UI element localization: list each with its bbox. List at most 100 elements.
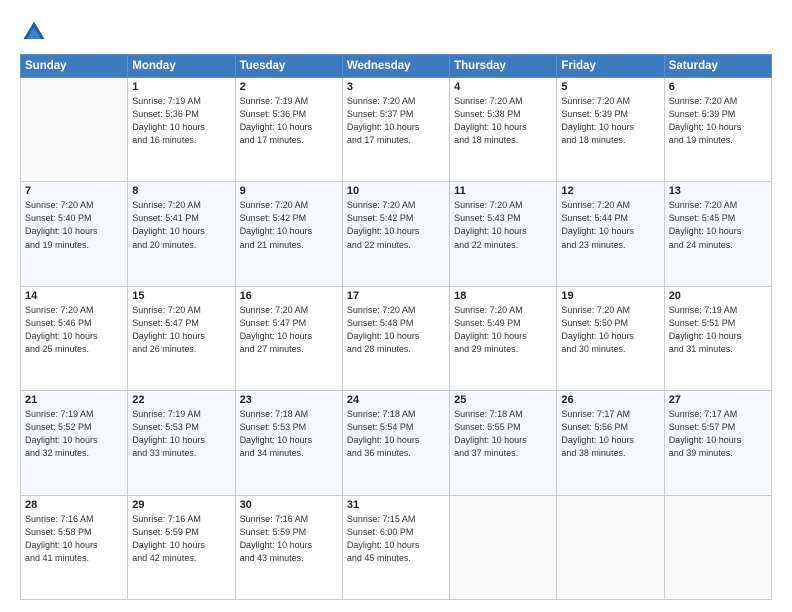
day-number: 16 bbox=[240, 290, 338, 302]
day-number: 9 bbox=[240, 185, 338, 197]
day-number: 21 bbox=[25, 394, 123, 406]
day-cell: 13 Sunrise: 7:20 AM Sunset: 5:45 PM Dayli… bbox=[664, 182, 771, 286]
day-number: 5 bbox=[561, 81, 659, 93]
day-cell: 4Sunrise: 7:20 AM Sunset: 5:38 PM Daylig… bbox=[450, 78, 557, 182]
calendar: SundayMondayTuesdayWednesdayThursdayFrid… bbox=[20, 54, 772, 600]
day-info: Sunrise: 7:16 AM Sunset: 5:59 PM Dayligh… bbox=[240, 513, 338, 565]
day-cell: 27 Sunrise: 7:17 AM Sunset: 5:57 PM Dayli… bbox=[664, 391, 771, 495]
day-info: Sunrise: 7:20 AM Sunset: 5:47 PM Dayligh… bbox=[240, 304, 338, 356]
day-info: Sunrise: 7:20 AM Sunset: 5:41 PM Dayligh… bbox=[132, 199, 230, 251]
day-number: 10 bbox=[347, 185, 445, 197]
day-cell: 28 Sunrise: 7:16 AM Sunset: 5:58 PM Dayli… bbox=[21, 495, 128, 599]
day-number: 12 bbox=[561, 185, 659, 197]
day-cell: 26 Sunrise: 7:17 AM Sunset: 5:56 PM Dayli… bbox=[557, 391, 664, 495]
weekday-friday: Friday bbox=[557, 55, 664, 78]
day-cell: 24 Sunrise: 7:18 AM Sunset: 5:54 PM Dayli… bbox=[342, 391, 449, 495]
day-cell: 11 Sunrise: 7:20 AM Sunset: 5:43 PM Dayli… bbox=[450, 182, 557, 286]
day-cell: 10 Sunrise: 7:20 AM Sunset: 5:42 PM Dayli… bbox=[342, 182, 449, 286]
day-info: Sunrise: 7:20 AM Sunset: 5:43 PM Dayligh… bbox=[454, 199, 552, 251]
day-cell: 3Sunrise: 7:20 AM Sunset: 5:37 PM Daylig… bbox=[342, 78, 449, 182]
day-cell: 6Sunrise: 7:20 AM Sunset: 5:39 PM Daylig… bbox=[664, 78, 771, 182]
day-number: 24 bbox=[347, 394, 445, 406]
day-number: 2 bbox=[240, 81, 338, 93]
weekday-tuesday: Tuesday bbox=[235, 55, 342, 78]
week-row-3: 21 Sunrise: 7:19 AM Sunset: 5:52 PM Dayli… bbox=[21, 391, 772, 495]
day-number: 15 bbox=[132, 290, 230, 302]
day-number: 13 bbox=[669, 185, 767, 197]
weekday-saturday: Saturday bbox=[664, 55, 771, 78]
day-cell: 21 Sunrise: 7:19 AM Sunset: 5:52 PM Dayli… bbox=[21, 391, 128, 495]
day-info: Sunrise: 7:17 AM Sunset: 5:56 PM Dayligh… bbox=[561, 408, 659, 460]
day-cell: 31Sunrise: 7:15 AM Sunset: 6:00 PM Dayli… bbox=[342, 495, 449, 599]
day-info: Sunrise: 7:20 AM Sunset: 5:48 PM Dayligh… bbox=[347, 304, 445, 356]
day-cell bbox=[21, 78, 128, 182]
day-info: Sunrise: 7:20 AM Sunset: 5:44 PM Dayligh… bbox=[561, 199, 659, 251]
day-cell: 12 Sunrise: 7:20 AM Sunset: 5:44 PM Dayli… bbox=[557, 182, 664, 286]
day-info: Sunrise: 7:20 AM Sunset: 5:39 PM Dayligh… bbox=[669, 95, 767, 147]
day-number: 26 bbox=[561, 394, 659, 406]
day-number: 22 bbox=[132, 394, 230, 406]
day-cell: 17 Sunrise: 7:20 AM Sunset: 5:48 PM Dayli… bbox=[342, 286, 449, 390]
day-info: Sunrise: 7:20 AM Sunset: 5:46 PM Dayligh… bbox=[25, 304, 123, 356]
weekday-thursday: Thursday bbox=[450, 55, 557, 78]
page: SundayMondayTuesdayWednesdayThursdayFrid… bbox=[0, 0, 792, 612]
day-info: Sunrise: 7:20 AM Sunset: 5:42 PM Dayligh… bbox=[347, 199, 445, 251]
day-number: 1 bbox=[132, 81, 230, 93]
day-cell: 14 Sunrise: 7:20 AM Sunset: 5:46 PM Dayli… bbox=[21, 286, 128, 390]
day-info: Sunrise: 7:17 AM Sunset: 5:57 PM Dayligh… bbox=[669, 408, 767, 460]
day-info: Sunrise: 7:19 AM Sunset: 5:51 PM Dayligh… bbox=[669, 304, 767, 356]
day-number: 8 bbox=[132, 185, 230, 197]
day-info: Sunrise: 7:19 AM Sunset: 5:53 PM Dayligh… bbox=[132, 408, 230, 460]
day-number: 18 bbox=[454, 290, 552, 302]
day-number: 27 bbox=[669, 394, 767, 406]
day-number: 30 bbox=[240, 499, 338, 511]
day-number: 11 bbox=[454, 185, 552, 197]
day-info: Sunrise: 7:16 AM Sunset: 5:59 PM Dayligh… bbox=[132, 513, 230, 565]
day-info: Sunrise: 7:20 AM Sunset: 5:45 PM Dayligh… bbox=[669, 199, 767, 251]
day-cell: 2 Sunrise: 7:19 AM Sunset: 5:36 PM Daylig… bbox=[235, 78, 342, 182]
week-row-4: 28 Sunrise: 7:16 AM Sunset: 5:58 PM Dayli… bbox=[21, 495, 772, 599]
day-info: Sunrise: 7:19 AM Sunset: 5:36 PM Dayligh… bbox=[240, 95, 338, 147]
day-number: 25 bbox=[454, 394, 552, 406]
day-info: Sunrise: 7:16 AM Sunset: 5:58 PM Dayligh… bbox=[25, 513, 123, 565]
logo bbox=[20, 18, 52, 46]
day-number: 3 bbox=[347, 81, 445, 93]
day-cell: 5 Sunrise: 7:20 AM Sunset: 5:39 PM Daylig… bbox=[557, 78, 664, 182]
day-info: Sunrise: 7:20 AM Sunset: 5:40 PM Dayligh… bbox=[25, 199, 123, 251]
day-cell: 29 Sunrise: 7:16 AM Sunset: 5:59 PM Dayli… bbox=[128, 495, 235, 599]
day-info: Sunrise: 7:18 AM Sunset: 5:54 PM Dayligh… bbox=[347, 408, 445, 460]
logo-icon bbox=[20, 18, 48, 46]
day-info: Sunrise: 7:20 AM Sunset: 5:49 PM Dayligh… bbox=[454, 304, 552, 356]
day-cell: 30 Sunrise: 7:16 AM Sunset: 5:59 PM Dayli… bbox=[235, 495, 342, 599]
day-info: Sunrise: 7:19 AM Sunset: 5:36 PM Dayligh… bbox=[132, 95, 230, 147]
day-cell: 8 Sunrise: 7:20 AM Sunset: 5:41 PM Daylig… bbox=[128, 182, 235, 286]
day-cell: 23 Sunrise: 7:18 AM Sunset: 5:53 PM Dayli… bbox=[235, 391, 342, 495]
day-info: Sunrise: 7:18 AM Sunset: 5:55 PM Dayligh… bbox=[454, 408, 552, 460]
weekday-wednesday: Wednesday bbox=[342, 55, 449, 78]
day-number: 29 bbox=[132, 499, 230, 511]
day-number: 28 bbox=[25, 499, 123, 511]
day-cell: 15 Sunrise: 7:20 AM Sunset: 5:47 PM Dayli… bbox=[128, 286, 235, 390]
day-number: 14 bbox=[25, 290, 123, 302]
day-info: Sunrise: 7:19 AM Sunset: 5:52 PM Dayligh… bbox=[25, 408, 123, 460]
day-number: 17 bbox=[347, 290, 445, 302]
weekday-sunday: Sunday bbox=[21, 55, 128, 78]
day-number: 4 bbox=[454, 81, 552, 93]
day-number: 19 bbox=[561, 290, 659, 302]
day-info: Sunrise: 7:20 AM Sunset: 5:47 PM Dayligh… bbox=[132, 304, 230, 356]
day-info: Sunrise: 7:20 AM Sunset: 5:42 PM Dayligh… bbox=[240, 199, 338, 251]
day-info: Sunrise: 7:20 AM Sunset: 5:39 PM Dayligh… bbox=[561, 95, 659, 147]
day-cell: 9 Sunrise: 7:20 AM Sunset: 5:42 PM Daylig… bbox=[235, 182, 342, 286]
day-cell bbox=[450, 495, 557, 599]
day-cell: 1 Sunrise: 7:19 AM Sunset: 5:36 PM Daylig… bbox=[128, 78, 235, 182]
week-row-0: 1 Sunrise: 7:19 AM Sunset: 5:36 PM Daylig… bbox=[21, 78, 772, 182]
day-cell: 18 Sunrise: 7:20 AM Sunset: 5:49 PM Dayli… bbox=[450, 286, 557, 390]
day-info: Sunrise: 7:18 AM Sunset: 5:53 PM Dayligh… bbox=[240, 408, 338, 460]
day-cell bbox=[664, 495, 771, 599]
header bbox=[20, 18, 772, 46]
day-number: 23 bbox=[240, 394, 338, 406]
day-cell: 25 Sunrise: 7:18 AM Sunset: 5:55 PM Dayli… bbox=[450, 391, 557, 495]
day-cell: 16 Sunrise: 7:20 AM Sunset: 5:47 PM Dayli… bbox=[235, 286, 342, 390]
day-cell: 22 Sunrise: 7:19 AM Sunset: 5:53 PM Dayli… bbox=[128, 391, 235, 495]
week-row-2: 14 Sunrise: 7:20 AM Sunset: 5:46 PM Dayli… bbox=[21, 286, 772, 390]
